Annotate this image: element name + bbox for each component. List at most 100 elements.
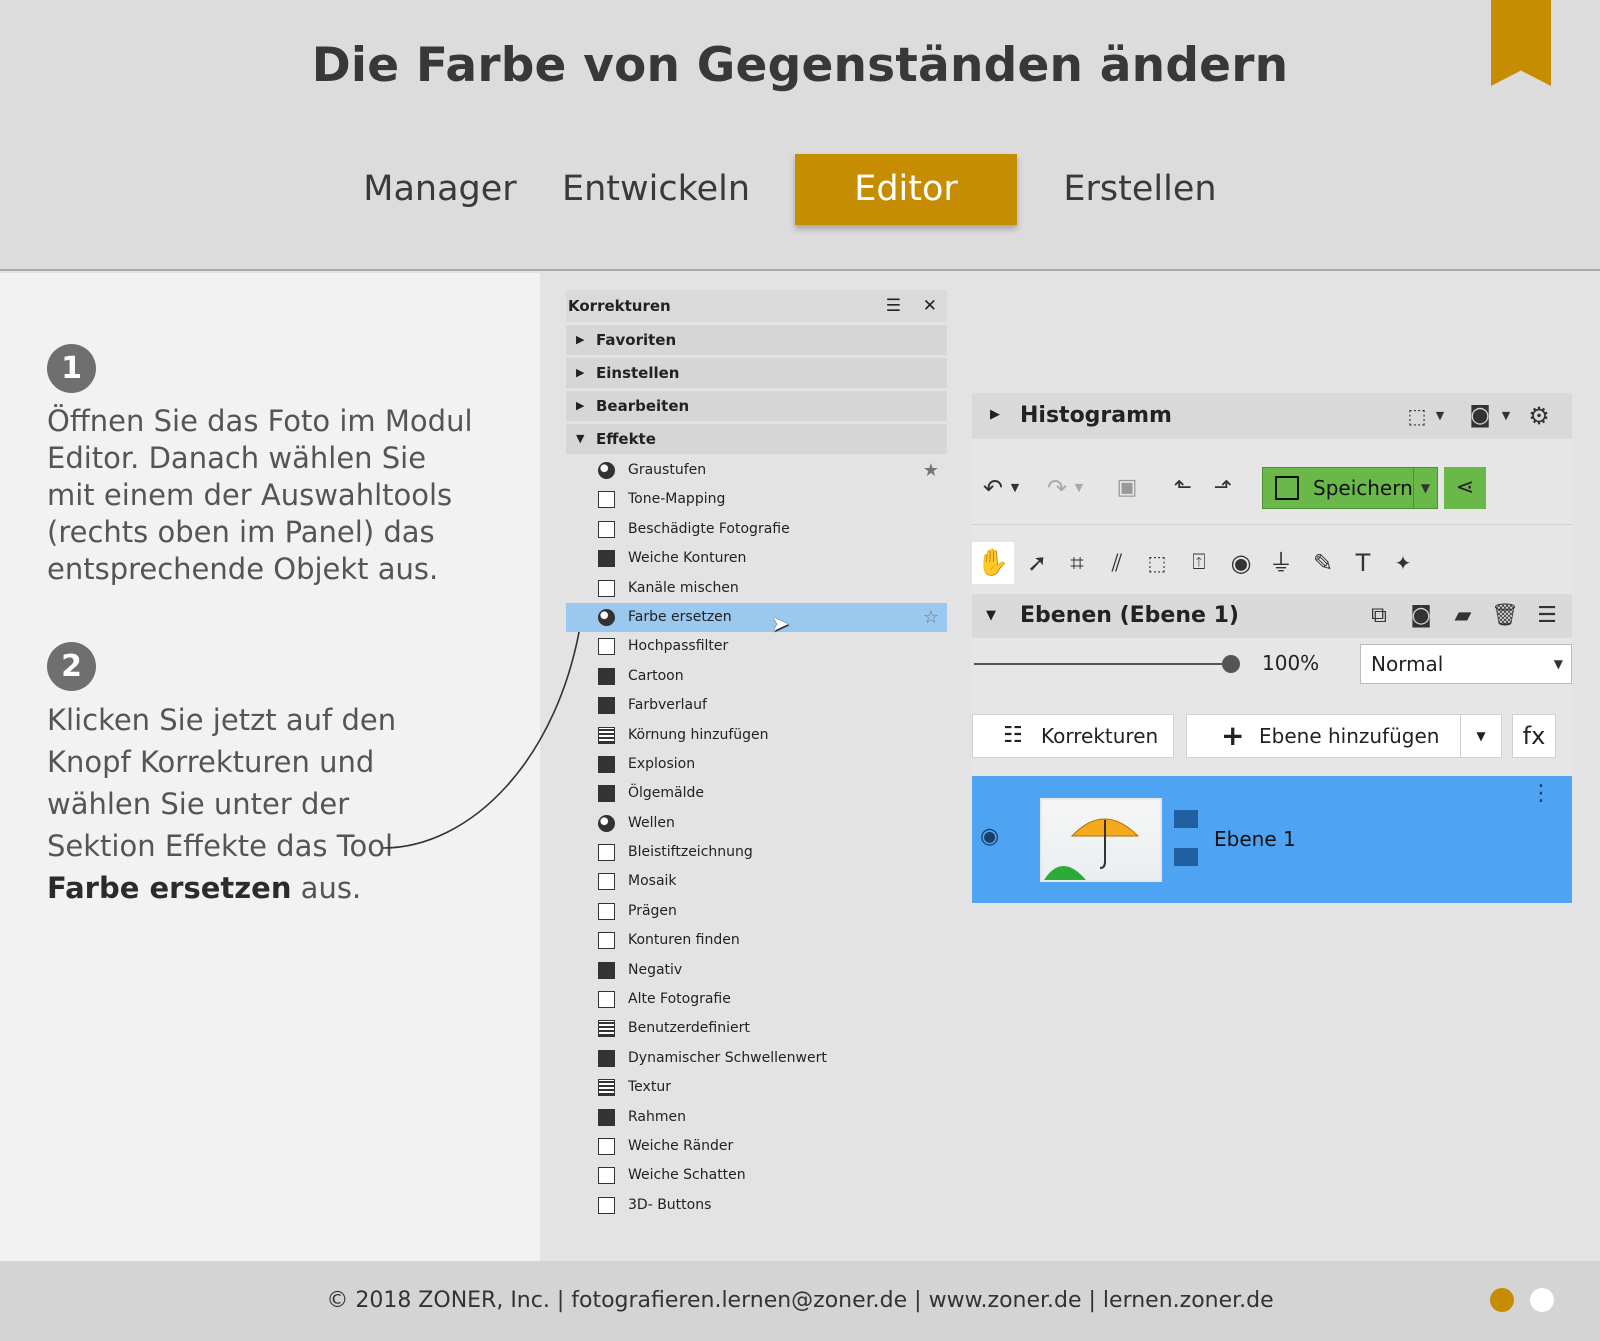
layer-mask-icon[interactable] (1172, 846, 1200, 868)
effect-label: Farbe ersetzen (628, 608, 732, 625)
image-icon[interactable]: ▣ (1112, 473, 1142, 503)
effect-item[interactable]: Dynamischer Schwellenwert (566, 1044, 947, 1073)
effect-label: 3D- Buttons (628, 1196, 712, 1213)
share-button[interactable]: ⋖ (1444, 467, 1486, 509)
effect-item[interactable]: Mosaik (566, 867, 947, 896)
straighten-tool-icon[interactable]: ⫽ (1100, 548, 1134, 578)
chevron-down-icon[interactable]: ▼ (1432, 401, 1448, 431)
waves-icon (598, 814, 615, 832)
text-tool-icon[interactable]: T (1346, 548, 1380, 578)
effect-item[interactable]: Graustufen ★ (566, 456, 947, 485)
korrekturen-button[interactable]: ☷ Korrekturen (972, 714, 1174, 758)
effect-item[interactable]: Konturen finden (566, 926, 947, 955)
effect-item[interactable]: Kanäle mischen (566, 574, 947, 603)
mix-channels-icon (598, 579, 615, 597)
section-favoriten[interactable]: ▶ Favoriten (566, 325, 947, 355)
histogram-header[interactable]: ▶ Histogramm ⬚ ▼ ◙ ▼ ⚙ (972, 393, 1572, 439)
undo-icon[interactable]: ↶ (978, 473, 1008, 503)
effect-label: Dynamischer Schwellenwert (628, 1049, 827, 1066)
threshold-icon (598, 1049, 615, 1067)
hand-tool-icon[interactable]: ✋ (972, 542, 1014, 584)
layers-title: Ebenen (Ebene 1) (1020, 603, 1239, 628)
effect-item[interactable]: Cartoon (566, 662, 947, 691)
effect-item[interactable]: Explosion (566, 750, 947, 779)
lasso-select-icon[interactable]: ⬚ (1402, 401, 1432, 431)
graustufen-icon (598, 462, 615, 479)
section-bearbeiten[interactable]: ▶ Bearbeiten (566, 391, 947, 421)
chevron-down-icon[interactable]: ▼ (1413, 468, 1437, 508)
effect-item[interactable]: Prägen (566, 897, 947, 926)
page-dot-active[interactable] (1490, 1288, 1514, 1312)
menu-icon[interactable]: ☰ (886, 290, 901, 322)
section-label: Bearbeiten (596, 397, 690, 415)
effect-item[interactable]: Körnung hinzufügen (566, 721, 947, 750)
arrow-tool-icon[interactable]: ➚ (1020, 548, 1054, 578)
tone-mapping-icon (598, 491, 615, 509)
stamp-tool-icon[interactable]: ⏚ (1264, 548, 1298, 578)
gear-icon[interactable]: ⚙ (1524, 401, 1554, 431)
effects-list: Graustufen ★ Tone-Mapping Beschädigte Fotog… (566, 456, 947, 1220)
crop-tool-icon[interactable]: ⌗ (1060, 548, 1094, 578)
layer-mask-icon[interactable]: ◙ (1406, 601, 1436, 631)
layers-header[interactable]: ▼ Ebenen (Ebene 1) ⧉ ◙ ▰ 🗑 ☰ (972, 594, 1572, 638)
damaged-photo-icon (598, 520, 615, 538)
page-dot[interactable] (1530, 1288, 1554, 1312)
opacity-slider-handle[interactable] (1222, 655, 1240, 673)
close-icon[interactable]: ✕ (923, 290, 937, 322)
effect-item[interactable]: Farbe ersetzen ☆ (566, 602, 947, 633)
effect-item[interactable]: Wellen (566, 809, 947, 838)
duplicate-layer-icon[interactable]: ⧉ (1364, 601, 1394, 631)
effect-item[interactable]: Benutzerdefiniert (566, 1014, 947, 1043)
chevron-down-icon[interactable]: ▼ (1498, 401, 1514, 431)
mask-icon[interactable]: ◙ (1464, 401, 1496, 431)
effect-item[interactable]: 3D- Buttons (566, 1191, 947, 1220)
effects-tool-icon[interactable]: ✦ (1386, 548, 1420, 578)
save-button[interactable]: Speichern ▼ (1262, 467, 1438, 509)
add-layer-dropdown[interactable]: ▼ (1460, 714, 1502, 758)
folder-icon[interactable]: ▰ (1448, 601, 1478, 631)
mouse-pointer-icon: ➤ (771, 612, 790, 637)
effect-item[interactable]: Weiche Ränder (566, 1132, 947, 1161)
chevron-down-icon: ▼ (1476, 729, 1486, 743)
menu-icon[interactable]: ☰ (1532, 601, 1562, 631)
transform-tool-icon[interactable]: ⍐ (1182, 548, 1216, 578)
trash-icon[interactable]: 🗑 (1490, 601, 1520, 631)
effect-item[interactable]: Hochpassfilter (566, 632, 947, 661)
effect-item[interactable]: Weiche Schatten (566, 1161, 947, 1190)
effect-label: Tone-Mapping (628, 491, 726, 508)
effect-item[interactable]: Textur (566, 1073, 947, 1102)
effect-item[interactable]: Farbverlauf (566, 691, 947, 720)
more-options-icon[interactable]: ⋮ (1530, 783, 1552, 805)
effect-item[interactable]: Tone-Mapping (566, 485, 947, 514)
effect-item[interactable]: Negativ (566, 956, 947, 985)
section-effekte[interactable]: ▼ Effekte (566, 424, 947, 454)
lasso-tool-icon[interactable]: ⬚ (1140, 548, 1174, 578)
effect-label: Konturen finden (628, 932, 740, 949)
add-layer-button[interactable]: + Ebene hinzufügen (1186, 714, 1462, 758)
rotate-left-icon[interactable]: ⬑ (1168, 473, 1198, 503)
rotate-right-icon[interactable]: ⬏ (1208, 473, 1238, 503)
chevron-down-icon[interactable]: ▼ (1072, 473, 1086, 503)
blend-mode-select[interactable]: Normal ▼ (1360, 644, 1572, 684)
effect-item[interactable]: Rahmen (566, 1103, 947, 1132)
effect-item[interactable]: Weiche Konturen (566, 544, 947, 573)
effect-item[interactable]: Alte Fotografie (566, 985, 947, 1014)
red-eye-tool-icon[interactable]: ◉ (1224, 548, 1258, 578)
chevron-down-icon[interactable]: ▼ (1008, 473, 1022, 503)
redo-icon[interactable]: ↷ (1042, 473, 1072, 503)
section-einstellen[interactable]: ▶ Einstellen (566, 358, 947, 388)
gradient-icon (598, 697, 615, 715)
layer-mask-icon[interactable] (1172, 808, 1200, 830)
opacity-slider[interactable] (974, 663, 1229, 665)
favorite-star-icon[interactable]: ☆ (923, 603, 939, 632)
brush-tool-icon[interactable]: ✎ (1306, 548, 1340, 578)
layer-row[interactable]: ◉ Ebene 1 ⋮ (972, 776, 1572, 903)
favorite-star-icon[interactable]: ★ (923, 456, 939, 485)
effect-item[interactable]: Beschädigte Fotografie (566, 515, 947, 544)
fx-button[interactable]: fx (1512, 714, 1556, 758)
korrekturen-title: Korrekturen (568, 297, 671, 315)
eye-icon[interactable]: ◉ (980, 824, 999, 849)
effect-item[interactable]: Ölgemälde (566, 779, 947, 808)
mosaic-icon (598, 873, 615, 891)
effect-item[interactable]: Bleistiftzeichnung (566, 838, 947, 867)
